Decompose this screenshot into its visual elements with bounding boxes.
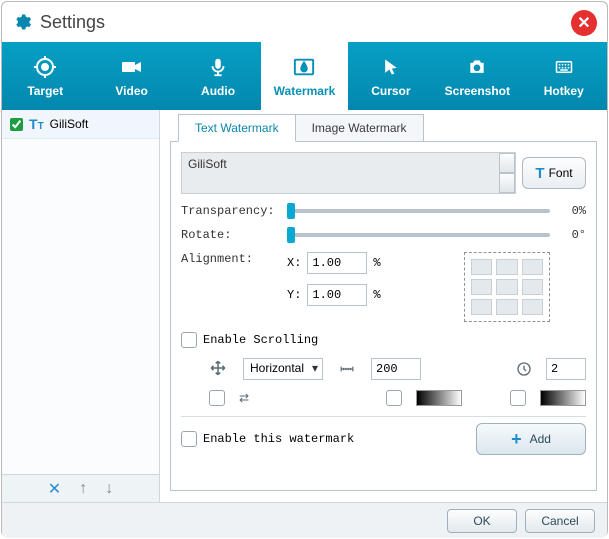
font-icon: T: [535, 165, 544, 182]
watermark-enabled-checkbox[interactable]: [10, 118, 23, 131]
clock-icon: [516, 361, 532, 377]
alignment-grid[interactable]: [464, 252, 550, 322]
move-down-button[interactable]: ↓: [105, 480, 113, 498]
alignment-x-input[interactable]: [307, 252, 367, 274]
add-button[interactable]: + Add: [476, 423, 586, 455]
sidebar-item-gilisoft[interactable]: TT GiliSoft: [2, 110, 159, 139]
enable-this-watermark-checkbox[interactable]: [181, 431, 197, 447]
enable-scrolling-label: Enable Scrolling: [203, 333, 318, 347]
scroll-direction-select[interactable]: Horizontal: [243, 358, 323, 380]
move-up-button[interactable]: ↑: [79, 480, 87, 498]
subtab-image-watermark[interactable]: Image Watermark: [295, 114, 424, 142]
keyboard-icon: [551, 54, 577, 80]
gradient1-picker[interactable]: [416, 390, 462, 406]
loop-checkbox[interactable]: [209, 390, 225, 406]
tab-watermark[interactable]: Watermark: [261, 42, 347, 110]
loop-icon: ⇄: [239, 391, 249, 405]
tab-cursor[interactable]: Cursor: [348, 42, 434, 110]
watermark-text-input[interactable]: GiliSoft: [181, 152, 516, 194]
main-tabs: Target Video Audio Watermark Cursor Scre…: [2, 42, 607, 110]
cancel-button[interactable]: Cancel: [525, 509, 595, 533]
direction-icon: [209, 359, 229, 379]
dialog-footer: OK Cancel: [2, 502, 607, 538]
font-button[interactable]: T Font: [522, 157, 586, 189]
tab-video[interactable]: Video: [88, 42, 174, 110]
text-watermark-panel: GiliSoft T Font Transparency: 0% Rotate:: [170, 141, 597, 491]
gradient1-checkbox[interactable]: [386, 390, 402, 406]
gradient2-picker[interactable]: [540, 390, 586, 406]
scroll-width-input[interactable]: [371, 358, 421, 380]
window-title: Settings: [40, 12, 105, 33]
tab-screenshot[interactable]: Screenshot: [434, 42, 520, 110]
text-watermark-icon: TT: [29, 116, 44, 132]
camera-icon: [464, 54, 490, 80]
subtab-text-watermark[interactable]: Text Watermark: [178, 114, 296, 142]
watermark-icon: [291, 54, 317, 80]
width-icon: [337, 362, 357, 376]
rotate-value: 0°: [556, 228, 586, 242]
y-label: Y:: [287, 288, 301, 302]
watermark-sidebar: TT GiliSoft ✕ ↑ ↓: [2, 110, 160, 502]
gradient2-checkbox[interactable]: [510, 390, 526, 406]
x-label: X:: [287, 256, 301, 270]
scroll-time-input[interactable]: [546, 358, 586, 380]
tab-audio[interactable]: Audio: [175, 42, 261, 110]
tab-target[interactable]: Target: [2, 42, 88, 110]
alignment-y-input[interactable]: [307, 284, 367, 306]
rotate-label: Rotate:: [181, 228, 281, 242]
sidebar-item-label: GiliSoft: [50, 117, 89, 131]
rotate-slider[interactable]: [287, 233, 550, 237]
transparency-slider[interactable]: [287, 209, 550, 213]
close-button[interactable]: ✕: [571, 10, 597, 36]
gear-icon: [12, 12, 32, 32]
plus-icon: +: [511, 429, 522, 450]
enable-scrolling-checkbox[interactable]: [181, 332, 197, 348]
titlebar: Settings ✕: [2, 2, 607, 42]
transparency-label: Transparency:: [181, 204, 281, 218]
tab-hotkey[interactable]: Hotkey: [521, 42, 607, 110]
ok-button[interactable]: OK: [447, 509, 517, 533]
target-icon: [32, 54, 58, 80]
enable-this-watermark-label: Enable this watermark: [203, 432, 354, 446]
audio-icon: [205, 54, 231, 80]
cursor-icon: [378, 54, 404, 80]
video-icon: [119, 54, 145, 80]
text-scroll-buttons[interactable]: [499, 153, 515, 193]
delete-watermark-button[interactable]: ✕: [48, 479, 61, 499]
sidebar-actions: ✕ ↑ ↓: [2, 474, 159, 502]
alignment-label: Alignment:: [181, 252, 281, 266]
transparency-value: 0%: [556, 204, 586, 218]
